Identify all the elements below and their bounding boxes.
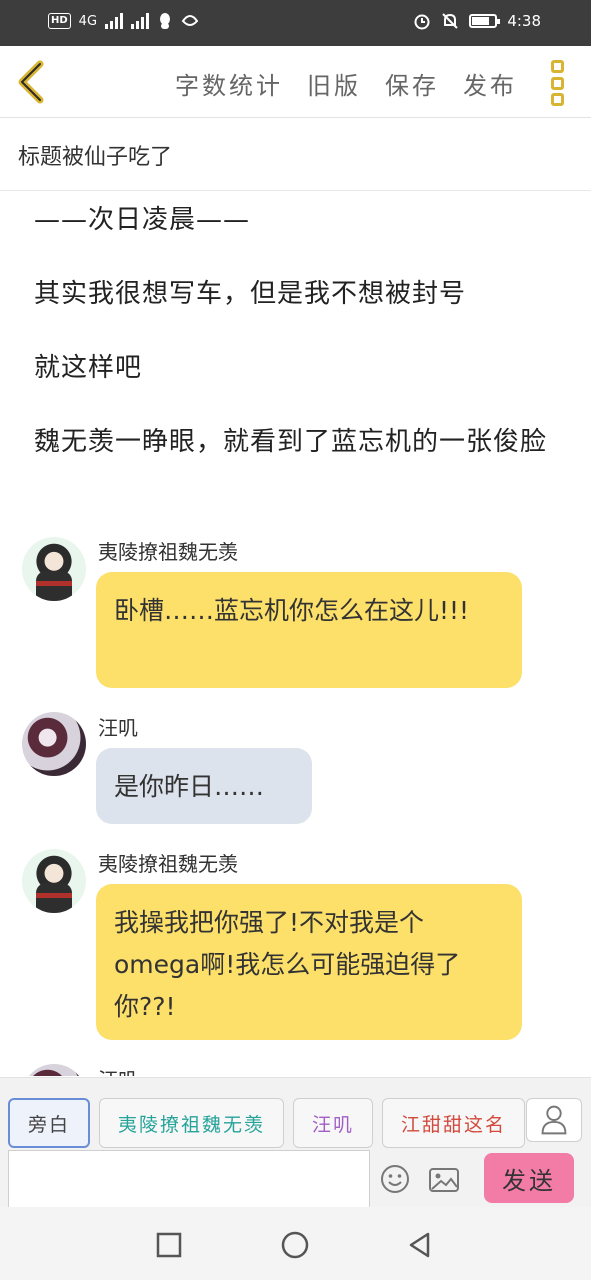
avatar[interactable] [22, 537, 86, 601]
image-icon[interactable] [428, 1166, 460, 1194]
speaker-name: 夷陵撩祖魏无羡 [98, 540, 238, 564]
avatar[interactable] [22, 712, 86, 776]
emoji-icon[interactable] [380, 1164, 410, 1194]
speaker-name: 夷陵撩祖魏无羡 [98, 852, 238, 876]
message-input[interactable] [8, 1150, 370, 1208]
story-content: ——次日凌晨—— 其实我很想写车，但是我不想被封号 就这样吧 魏无羡一睁眼，就看… [0, 192, 591, 1076]
word-count-button[interactable]: 字数统计 [175, 66, 283, 101]
speaker-name: 汪叽 [98, 1064, 138, 1076]
send-button[interactable]: 发送 [484, 1153, 574, 1203]
role-chip-narration[interactable]: 旁白 [8, 1098, 91, 1148]
message-bubble[interactable]: 是你昨日…… [96, 748, 312, 824]
editor-toolbar: 字数统计 旧版 保存 发布 [0, 46, 591, 118]
save-button[interactable]: 保存 [385, 66, 439, 101]
chat-message: 夷陵撩祖魏无羡 卧槽……蓝忘机你怎么在这儿!!! [0, 534, 591, 694]
status-right: 4:38 [413, 12, 541, 30]
status-left: HD 4G [48, 12, 199, 30]
old-version-button[interactable]: 旧版 [307, 66, 361, 101]
more-menu-icon[interactable] [551, 60, 565, 106]
home-icon[interactable] [281, 1231, 309, 1259]
back-icon[interactable] [10, 60, 54, 104]
role-chip[interactable]: 汪叽 [293, 1098, 374, 1148]
paragraph[interactable]: 就这样吧 [34, 348, 554, 388]
paragraph[interactable]: 魏无羡一睁眼，就看到了蓝忘机的一张俊脸 [34, 422, 554, 462]
qq-icon [160, 13, 171, 29]
back-nav-icon[interactable] [406, 1231, 434, 1259]
battery-icon [469, 14, 501, 28]
role-selector: 旁白 夷陵撩祖魏无羡 汪叽 江甜甜这名 [8, 1098, 526, 1148]
recent-apps-icon[interactable] [155, 1231, 183, 1259]
avatar[interactable] [22, 849, 86, 913]
chat-message: 夷陵撩祖魏无羡 我操我把你强了!不对我是个omega啊!我怎么可能强迫得了你??… [0, 846, 591, 1042]
network-label: 4G [78, 13, 98, 29]
mute-icon [442, 13, 459, 29]
composer-panel: 旁白 夷陵撩祖魏无羡 汪叽 江甜甜这名 发送 [0, 1077, 591, 1208]
message-bubble[interactable]: 我操我把你强了!不对我是个omega啊!我怎么可能强迫得了你??! [96, 884, 522, 1040]
character-icon[interactable] [526, 1098, 582, 1142]
publish-button[interactable]: 发布 [463, 66, 517, 101]
avatar[interactable] [22, 1064, 86, 1076]
alarm-icon [414, 14, 430, 30]
status-bar: HD 4G 4:38 [0, 0, 591, 46]
signal-icon [105, 13, 124, 29]
clock: 4:38 [507, 12, 541, 30]
title-field[interactable]: 标题被仙子吃了 [0, 119, 591, 191]
paragraph[interactable]: ——次日凌晨—— [34, 200, 554, 240]
role-chip[interactable]: 江甜甜这名 [382, 1098, 526, 1148]
system-nav-bar [0, 1207, 591, 1280]
hd-badge: HD [48, 13, 71, 29]
paragraph[interactable]: 其实我很想写车，但是我不想被封号 [34, 274, 554, 314]
notification-icon [181, 15, 199, 26]
role-chip[interactable]: 夷陵撩祖魏无羡 [99, 1098, 285, 1148]
toolbar-actions: 字数统计 旧版 保存 发布 [175, 66, 517, 101]
speaker-name: 汪叽 [98, 716, 138, 740]
chat-message: 汪叽 [0, 1062, 591, 1076]
signal-icon-2 [131, 13, 150, 29]
chat-message: 汪叽 是你昨日…… [0, 710, 591, 825]
message-bubble[interactable]: 卧槽……蓝忘机你怎么在这儿!!! [96, 572, 522, 688]
